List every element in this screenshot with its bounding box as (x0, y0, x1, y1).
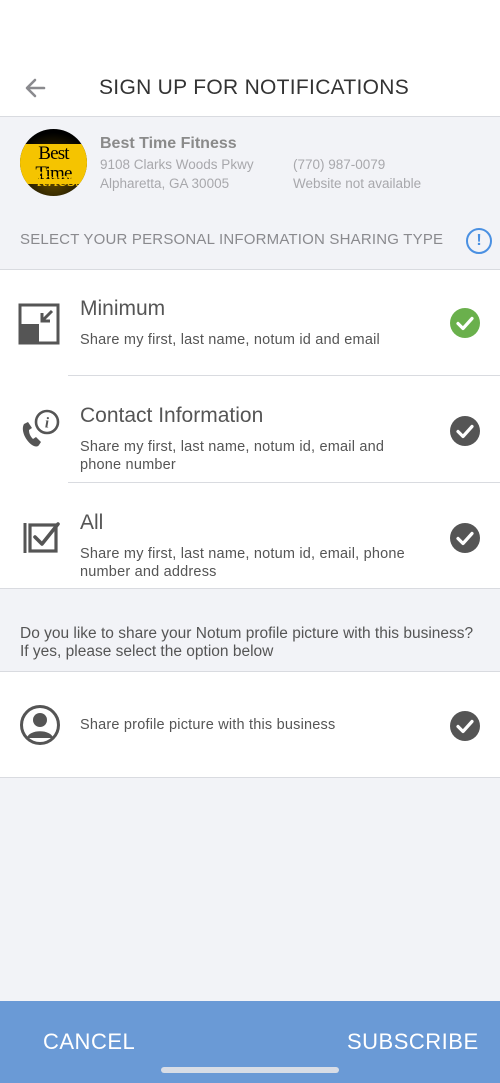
option-description: Share my first, last name, notum id, ema… (80, 546, 405, 580)
business-logo: Best Time Fitness (20, 129, 87, 196)
minimize-icon (18, 302, 62, 346)
footer-bar: CANCEL SUBSCRIBE (0, 1001, 500, 1083)
option-minimum[interactable]: Minimum Share my first, last name, notum… (0, 270, 500, 376)
option-description: Share my first, last name, notum id, ema… (80, 439, 385, 473)
info-icon[interactable]: ! (466, 228, 492, 254)
divider (68, 375, 500, 376)
divider (68, 482, 500, 483)
sharing-section-label: SELECT YOUR PERSONAL INFORMATION SHARING… (20, 231, 444, 248)
share-profile-picture-option[interactable]: Share profile picture with this business (0, 671, 500, 778)
option-title: Contact Information (80, 404, 264, 427)
business-address-line1: 9108 Clarks Woods Pkwy (100, 157, 254, 172)
check-circle-icon[interactable] (450, 523, 480, 553)
back-button[interactable] (22, 74, 50, 102)
checkbox-icon (18, 515, 62, 559)
business-phone[interactable]: (770) 987-0079 (293, 157, 385, 172)
page-title: SIGN UP FOR NOTIFICATIONS (99, 76, 410, 99)
header-bar: SIGN UP FOR NOTIFICATIONS (0, 0, 500, 117)
business-name: Best Time Fitness (100, 135, 237, 152)
option-title: Minimum (80, 297, 166, 320)
option-contact-information[interactable]: i Contact Information Share my first, la… (0, 377, 500, 483)
business-address-line2: Alpharetta, GA 30005 (100, 176, 230, 191)
cancel-button[interactable]: CANCEL (43, 1029, 135, 1055)
logo-text-bottom: Fitness (23, 166, 84, 191)
phone-info-icon: i (18, 407, 62, 451)
check-circle-icon[interactable] (450, 308, 480, 338)
check-circle-icon[interactable] (450, 416, 480, 446)
arrow-left-icon (25, 78, 46, 98)
home-indicator[interactable] (161, 1067, 339, 1073)
avatar-icon (20, 705, 60, 745)
business-website: Website not available (293, 176, 422, 191)
profile-picture-question: Do you like to share your Notum profile … (20, 625, 474, 660)
check-circle-icon[interactable] (450, 711, 480, 741)
business-card: Best Time Fitness Best Time Fitness 9108… (0, 118, 500, 210)
sharing-options-list: Minimum Share my first, last name, notum… (0, 269, 500, 589)
option-title: All (80, 511, 104, 534)
option-all[interactable]: All Share my first, last name, notum id,… (0, 484, 500, 589)
subscribe-button[interactable]: SUBSCRIBE (347, 1029, 479, 1055)
profile-picture-label: Share profile picture with this business (80, 717, 336, 733)
option-description: Share my first, last name, notum id and … (80, 332, 380, 348)
svg-text:i: i (45, 416, 50, 432)
